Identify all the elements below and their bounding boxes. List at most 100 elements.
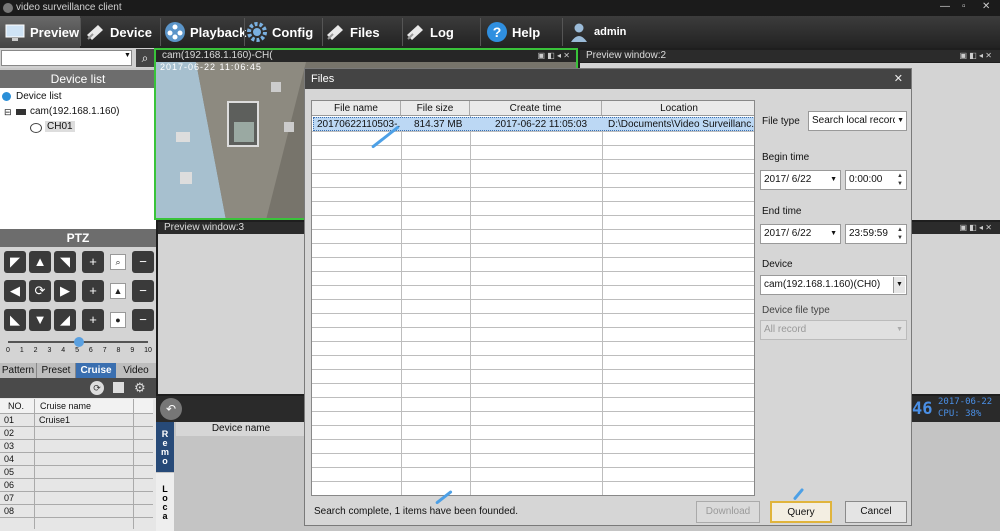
cell-location: D:\Documents\Video Surveillanc... [608,119,754,130]
search-button[interactable]: ⌕ [136,49,154,67]
table-row[interactable]: 07 [0,492,153,505]
close-icon[interactable]: ✕ [982,1,990,12]
cancel-button[interactable]: Cancel [845,501,907,523]
grid-line [312,131,754,132]
toolbar-files[interactable]: Files [324,16,402,48]
grid-line [312,271,754,272]
ptz-down-left-button[interactable]: ◣ [4,309,26,331]
tab-preset[interactable]: Preset [37,363,76,378]
device-tree: Device list ⊟ cam(192.168.1.160) CH01 [0,88,156,230]
chevron-down-icon: ▼ [895,112,904,130]
grid-line [312,453,754,454]
maximize-icon[interactable]: ▫ [962,1,966,12]
zoom-in-button[interactable]: + [82,251,104,273]
stream-control-icons[interactable]: ▣ ◧ ◂ ✕ [537,50,570,62]
speed-slider-thumb[interactable] [74,337,84,347]
end-time-stepper[interactable]: 23:59:59 ▲ ▼ [845,224,907,244]
download-button[interactable]: Download [696,501,760,523]
ptz-up-right-button[interactable]: ◥ [54,251,76,273]
grid-line [312,495,754,496]
cell-file-size: 814.37 MB [414,119,463,130]
zoom-out-button[interactable]: − [132,251,154,273]
window-4-control-icons[interactable]: ▣ ◧ ◂ ✕ [959,222,992,234]
table-row[interactable]: 06 [0,479,153,492]
grid-line [312,215,754,216]
gear-icon [246,21,268,43]
refresh-icon[interactable]: ⟳ [90,381,104,395]
minimize-icon[interactable]: — [940,1,950,12]
search-input[interactable] [1,50,132,66]
toolbar-config[interactable]: Config [246,16,322,48]
files-table: File name File size Create time Location… [311,100,755,496]
back-arrow-icon[interactable]: ↶ [160,398,182,420]
table-row[interactable]: 03 [0,440,153,453]
settings-gear-icon[interactable]: ⚙ [134,380,146,396]
tab-pattern[interactable]: Pattern [0,363,37,378]
toolbar-help[interactable]: ? Help [486,16,556,48]
toolbar-help-label: Help [512,24,541,40]
iris-icon: ● [110,312,126,328]
chevron-down-icon: ▼ [896,326,903,333]
grid-line [312,383,754,384]
tab-local[interactable]: Loca [156,473,174,531]
begin-time-stepper[interactable]: 0:00:00 ▲ ▼ [845,170,907,190]
tree-channel[interactable]: CH01 [45,121,75,132]
ptz-down-button[interactable]: ▼ [29,309,51,331]
chevron-down-icon[interactable]: ▼ [124,52,131,59]
focus-out-button[interactable]: − [132,280,154,302]
grid-line [312,397,754,398]
window-2-control-icons[interactable]: ▣ ◧ ◂ ✕ [959,50,992,62]
toolbar-preview[interactable]: Preview [0,16,80,48]
grid-line [312,159,754,160]
tab-cruise[interactable]: Cruise [76,363,116,378]
table-row[interactable]: 04 [0,453,153,466]
grid-line [312,201,754,202]
toolbar-device-label: Device [110,24,152,40]
col-create-time[interactable]: Create time [470,101,602,116]
tree-camera[interactable]: cam(192.168.1.160) [30,106,120,117]
monitor-icon [4,21,26,43]
end-date-picker[interactable]: 2017/ 6/22 ▼ [760,224,841,244]
iris-out-button[interactable]: − [132,309,154,331]
tab-remote[interactable]: Remo [156,422,174,472]
cruise-table: NO. Cruise name 01 Cruise1 02 03 04 05 06… [0,398,156,531]
ptz-down-right-button[interactable]: ◢ [54,309,76,331]
begin-date-picker[interactable]: 2017/ 6/22 ▼ [760,170,841,190]
stop-icon[interactable] [113,382,124,393]
grid-line [312,327,754,328]
grid-line [312,369,754,370]
query-button[interactable]: Query [770,501,832,523]
device-select[interactable]: cam(192.168.1.160)(CH0) ▼ [760,275,907,295]
ptz-right-button[interactable]: ▶ [54,280,76,302]
toolbar-playback[interactable]: Playback [164,16,246,48]
table-row[interactable]: 02 [0,427,153,440]
device-file-type-select[interactable]: All record ▼ [760,320,907,340]
col-location[interactable]: Location [602,101,754,116]
ptz-up-left-button[interactable]: ◤ [4,251,26,273]
user-menu[interactable]: admin [568,16,648,48]
table-row[interactable]: 20170622110503-... 814.37 MB 2017-06-22 … [313,117,754,131]
tab-video[interactable]: Video [116,363,156,378]
ptz-left-button[interactable]: ◀ [4,280,26,302]
file-type-select[interactable]: Search local record ▼ [808,111,907,131]
ptz-up-button[interactable]: ▲ [29,251,51,273]
iris-in-button[interactable]: + [82,309,104,331]
toolbar-log[interactable]: Log [404,16,480,48]
files-dialog: Files ✕ File name File size Create time … [304,68,912,526]
toolbar-device[interactable]: Device [84,16,160,48]
table-row[interactable]: 08 [0,505,153,518]
help-icon: ? [486,21,508,43]
ptz-auto-button[interactable]: ⟳ [29,280,51,302]
focus-in-button[interactable]: + [82,280,104,302]
col-file-size[interactable]: File size [401,101,470,116]
table-row[interactable]: 05 [0,466,153,479]
table-row[interactable]: 01 Cruise1 [0,414,153,427]
app-logo-icon [3,3,13,13]
expand-icon[interactable]: ⊟ [4,107,12,118]
preview-window-2-title: Preview window:2 ▣ ◧ ◂ ✕ [580,50,1000,62]
dialog-close-icon[interactable]: ✕ [894,69,903,89]
cruise-toolbar: ⟳ ⚙ [0,378,156,398]
col-file-name[interactable]: File name [312,101,401,116]
tree-root[interactable]: Device list [16,91,62,102]
toolbar-log-label: Log [430,24,454,40]
